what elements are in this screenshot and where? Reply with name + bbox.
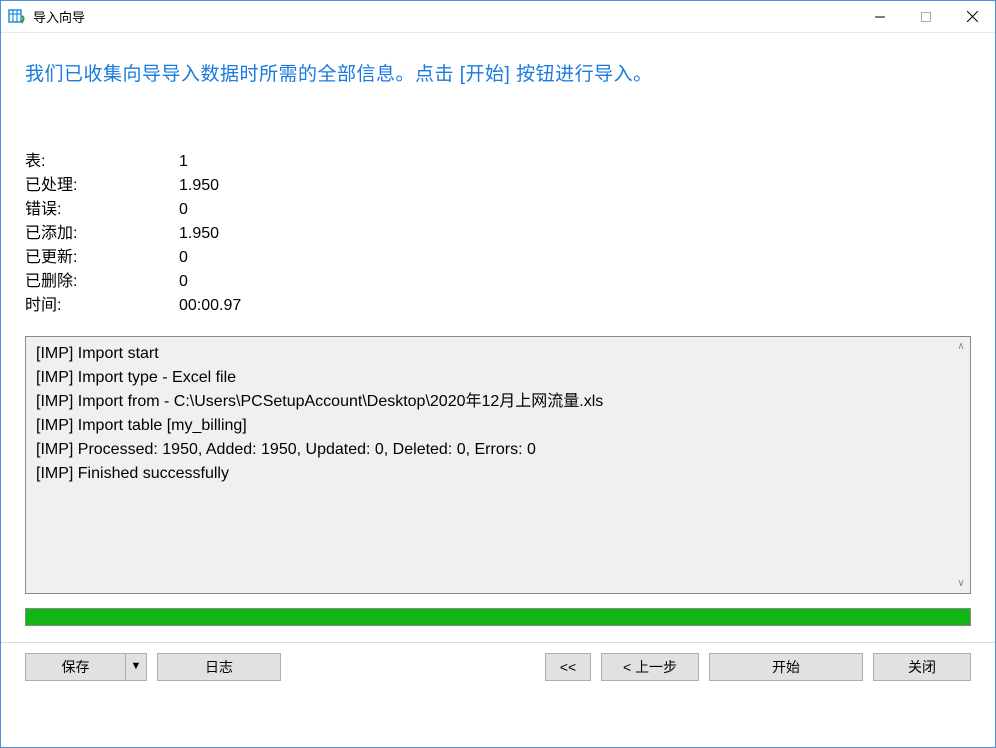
log-button[interactable]: 日志 bbox=[157, 653, 281, 681]
scrollbar[interactable]: ∧ ∨ bbox=[952, 337, 970, 593]
button-row: 保存 ▼ 日志 << < 上一步 开始 关闭 bbox=[25, 653, 971, 685]
scroll-up-icon[interactable]: ∧ bbox=[957, 341, 964, 352]
stats-label: 已添加: bbox=[25, 222, 179, 246]
import-wizard-window: 导入向导 我们已收集向导导入数据时所需的全部信息。点击 [开始] 按钮进行导入。… bbox=[0, 0, 996, 748]
start-button[interactable]: 开始 bbox=[709, 653, 863, 681]
stats-row: 错误: 0 bbox=[25, 198, 971, 222]
window-title: 导入向导 bbox=[33, 7, 857, 26]
stats-label: 错误: bbox=[25, 198, 179, 222]
stats-value: 0 bbox=[179, 270, 188, 294]
stats-label: 已删除: bbox=[25, 270, 179, 294]
scroll-down-icon[interactable]: ∨ bbox=[957, 578, 964, 589]
maximize-button bbox=[903, 1, 949, 32]
stats-value: 1.950 bbox=[179, 222, 219, 246]
log-textarea[interactable]: [IMP] Import start [IMP] Import type - E… bbox=[25, 336, 971, 594]
spacer bbox=[291, 653, 535, 681]
titlebar: 导入向导 bbox=[1, 1, 995, 33]
stats-row: 表: 1 bbox=[25, 150, 971, 174]
stats-row: 已删除: 0 bbox=[25, 270, 971, 294]
stats-row: 已处理: 1.950 bbox=[25, 174, 971, 198]
stats-label: 表: bbox=[25, 150, 179, 174]
minimize-button[interactable] bbox=[857, 1, 903, 32]
prev-button[interactable]: < 上一步 bbox=[601, 653, 699, 681]
save-dropdown-button[interactable]: ▼ bbox=[125, 653, 147, 681]
stats-label: 已处理: bbox=[25, 174, 179, 198]
progress-bar bbox=[25, 608, 971, 626]
log-content: [IMP] Import start [IMP] Import type - E… bbox=[26, 337, 970, 491]
stats-row: 已更新: 0 bbox=[25, 246, 971, 270]
close-window-button[interactable] bbox=[949, 1, 995, 32]
stats-row: 已添加: 1.950 bbox=[25, 222, 971, 246]
stats-label: 时间: bbox=[25, 294, 179, 318]
stats-label: 已更新: bbox=[25, 246, 179, 270]
stats-value: 1 bbox=[179, 150, 188, 174]
wizard-heading: 我们已收集向导导入数据时所需的全部信息。点击 [开始] 按钮进行导入。 bbox=[25, 59, 971, 86]
stats-row: 时间: 00:00.97 bbox=[25, 294, 971, 318]
save-split-button: 保存 ▼ bbox=[25, 653, 147, 681]
first-button[interactable]: << bbox=[545, 653, 591, 681]
stats-value: 00:00.97 bbox=[179, 294, 241, 318]
stats-value: 1.950 bbox=[179, 174, 219, 198]
content-area: 我们已收集向导导入数据时所需的全部信息。点击 [开始] 按钮进行导入。 表: 1… bbox=[1, 33, 995, 747]
close-button[interactable]: 关闭 bbox=[873, 653, 971, 681]
stats-value: 0 bbox=[179, 198, 188, 222]
app-icon bbox=[7, 7, 27, 27]
stats-value: 0 bbox=[179, 246, 188, 270]
window-controls bbox=[857, 1, 995, 32]
stats-grid: 表: 1 已处理: 1.950 错误: 0 已添加: 1.950 已更新: 0 … bbox=[25, 150, 971, 318]
save-button[interactable]: 保存 bbox=[25, 653, 125, 681]
divider bbox=[1, 642, 995, 643]
